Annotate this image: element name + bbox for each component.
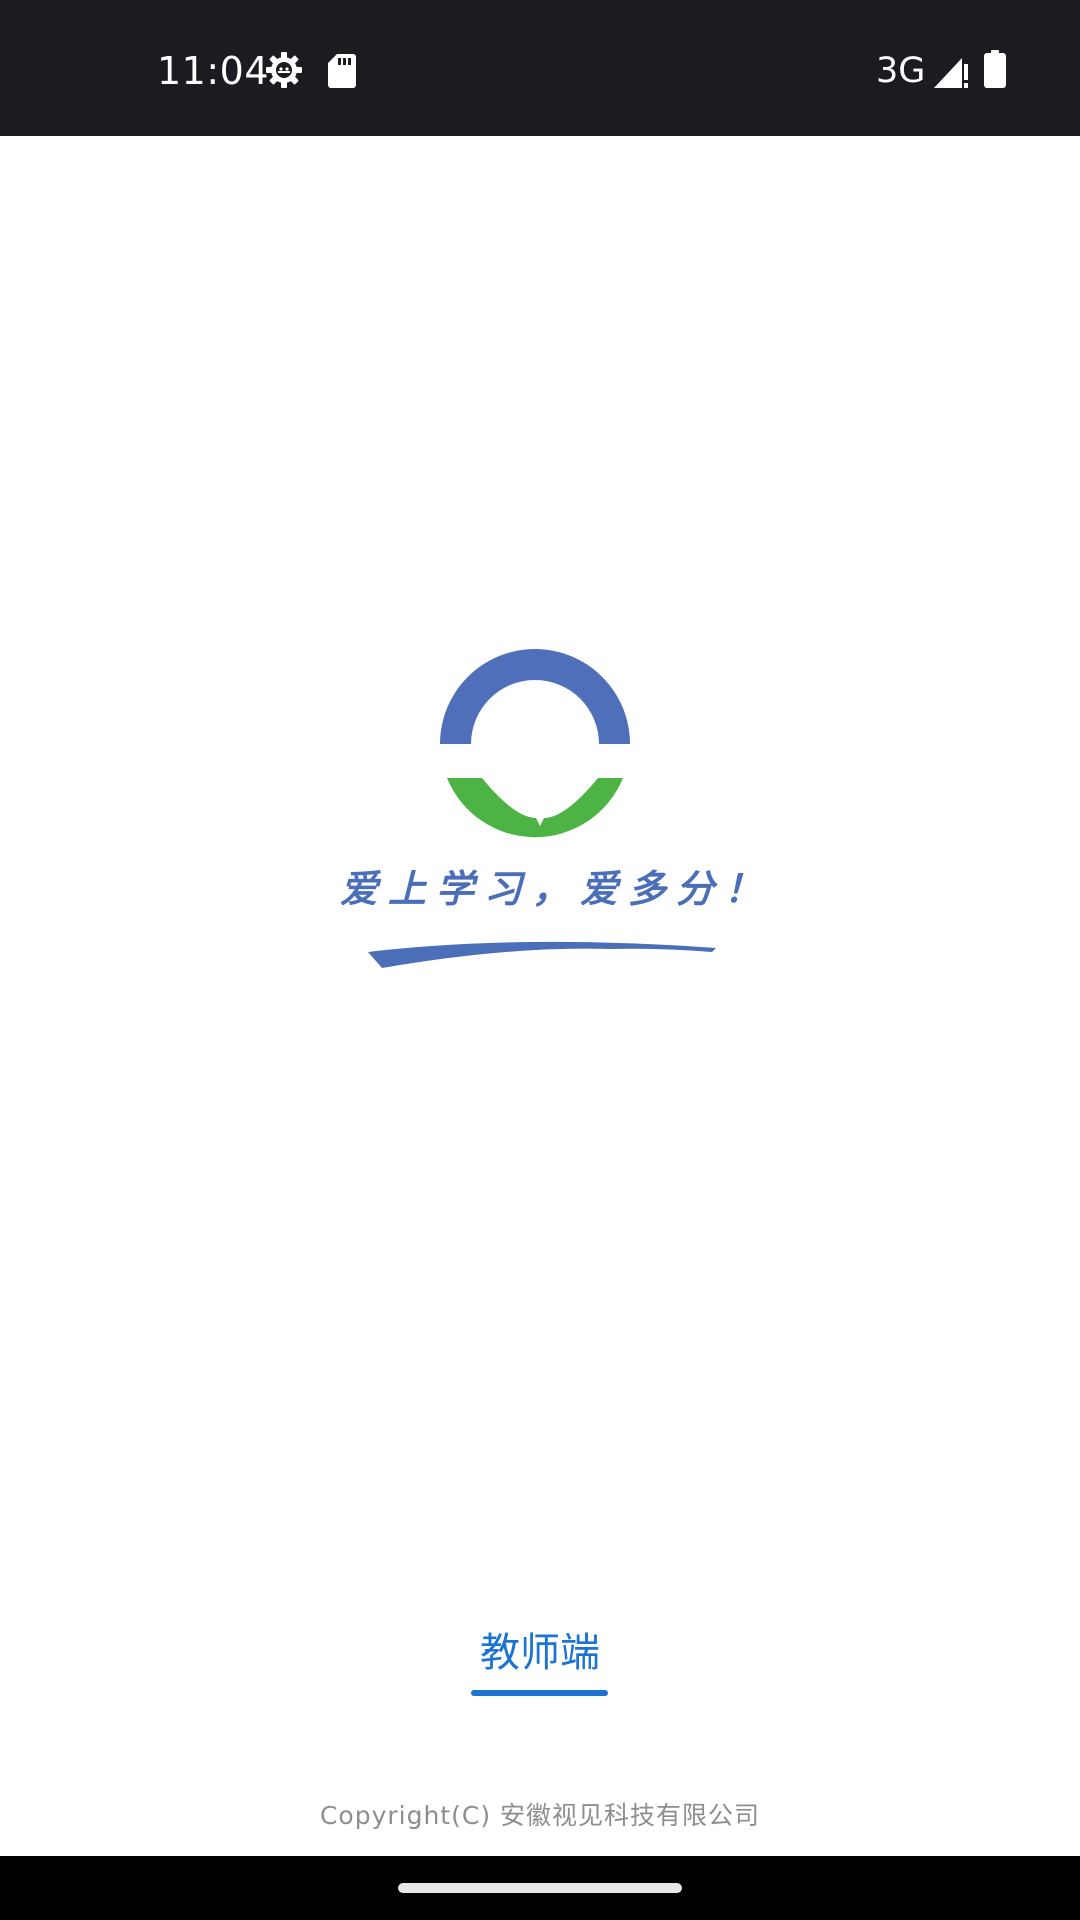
tab-teacher[interactable]: 教师端 (470, 1628, 610, 1698)
copyright-text: Copyright(C) 安徽视见科技有限公司 (319, 1801, 761, 1830)
tab-selected-indicator (471, 1690, 608, 1696)
sd-card-icon (328, 54, 356, 88)
settings-gear-icon (266, 52, 302, 88)
battery-icon (984, 50, 1006, 88)
signal-icon (934, 58, 968, 88)
slogan: 爱上学习，爱多分！ (340, 866, 773, 911)
tab-teacher-label: 教师端 (480, 1630, 600, 1676)
home-gesture-handle[interactable] (398, 1883, 682, 1893)
status-time: 11:04 (157, 49, 270, 93)
splash-screen: 11:04 3G 爱上学习，爱多分！ 教师端 Copyright(C) 安徽视见… (0, 0, 1080, 1920)
status-bar: 11:04 3G (0, 0, 1080, 136)
brush-stroke (368, 941, 716, 968)
network-type: 3G (876, 51, 926, 91)
